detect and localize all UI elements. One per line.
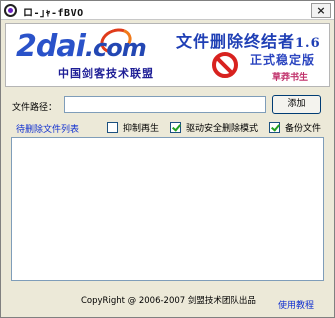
window-title: ロ-｣ｬ-fBVO <box>23 8 84 19</box>
driver-delete-option[interactable]: 驱动安全删除模式 <box>170 121 259 134</box>
title-bar[interactable]: ロ-｣ｬ-fBVO × <box>1 1 334 20</box>
copyright-text: CopyRight @ 2006-2007 剑盟技术团队出品 <box>81 296 256 306</box>
app-icon[interactable] <box>4 4 17 17</box>
product-title: 文件删除终结者1.6 <box>176 32 321 51</box>
prohibited-icon <box>212 52 238 78</box>
logo-text: 2dai.com <box>16 29 147 64</box>
pending-file-list[interactable] <box>11 137 324 281</box>
close-button[interactable]: × <box>311 3 331 18</box>
suppress-regen-label: 抑制再生 <box>123 123 160 134</box>
banner: 2dai.com 中国剑客技术联盟 文件删除终结者1.6 正式稳定版 草莽书生 <box>5 23 330 87</box>
path-input[interactable] <box>64 96 266 113</box>
brand-logo: 2dai.com 中国剑客技术联盟 <box>14 24 184 85</box>
suppress-regen-option[interactable]: 抑制再生 <box>107 121 160 134</box>
author-label: 草莽书生 <box>272 73 309 83</box>
pending-list-title: 待删除文件列表 <box>16 125 80 135</box>
backup-files-label: 备份文件 <box>285 123 322 134</box>
suppress-regen-checkbox[interactable] <box>107 121 118 133</box>
edition-label: 正式稳定版 <box>250 53 316 67</box>
logo-subtitle: 中国剑客技术联盟 <box>58 67 154 80</box>
path-label: 文件路径： <box>12 103 58 113</box>
backup-files-checkbox[interactable] <box>269 121 280 133</box>
help-link[interactable]: 使用教程 <box>278 298 314 311</box>
add-button[interactable]: 添加 <box>272 95 321 114</box>
main-window: ロ-｣ｬ-fBVO × 2dai.com 中国剑客技术联盟 文件删除终结者1.6… <box>0 0 335 318</box>
backup-files-option[interactable]: 备份文件 <box>269 121 322 134</box>
driver-delete-label: 驱动安全删除模式 <box>186 123 259 134</box>
product-version: 1.6 <box>295 36 321 51</box>
driver-delete-checkbox[interactable] <box>170 121 181 133</box>
